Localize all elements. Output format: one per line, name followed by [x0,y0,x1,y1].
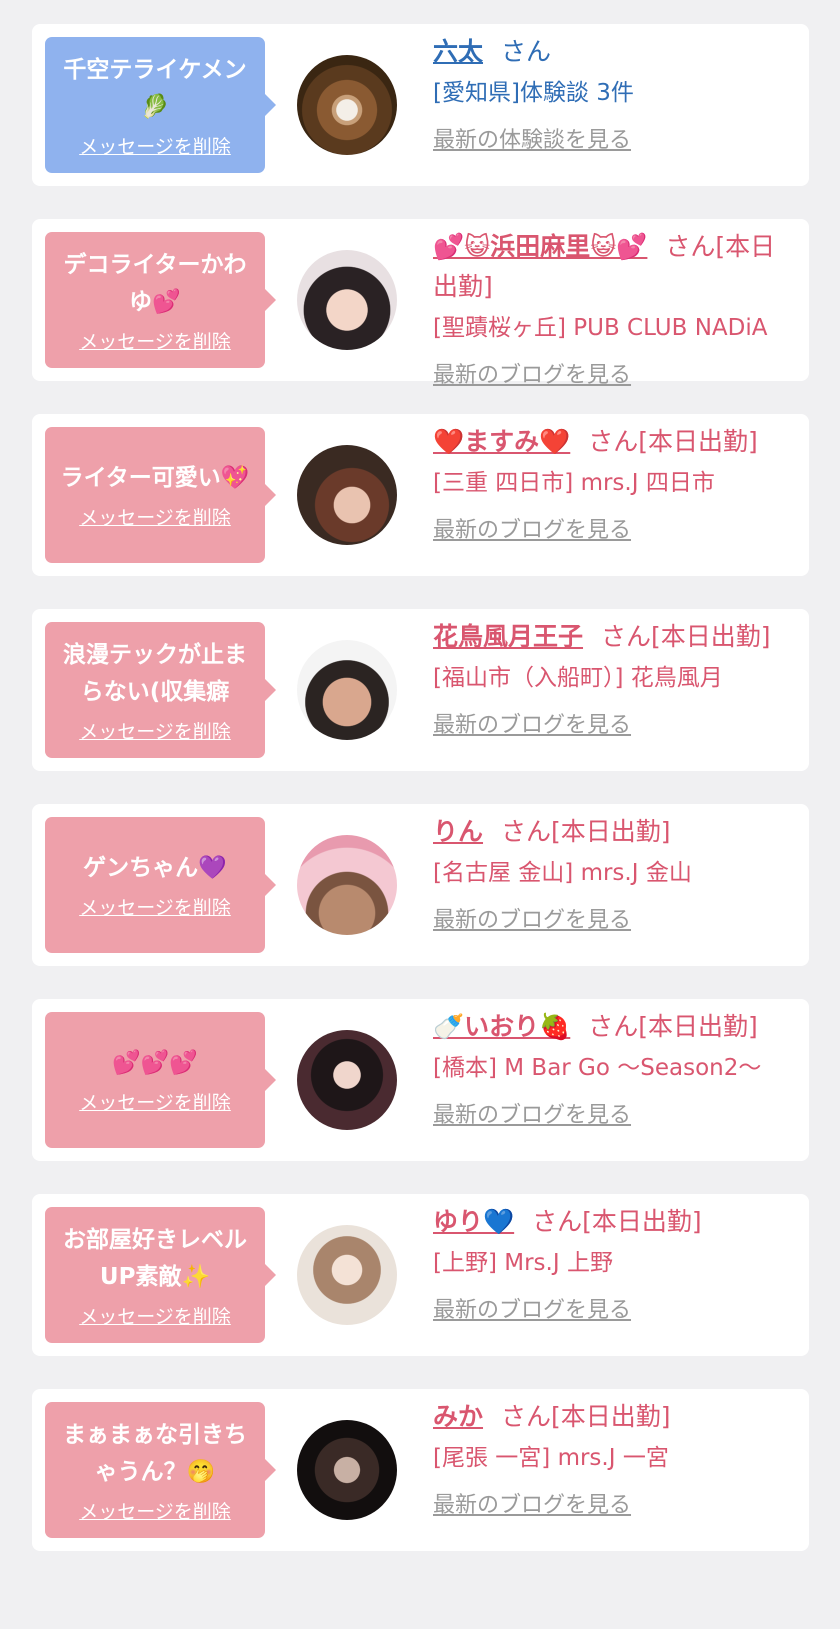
avatar[interactable] [297,1225,397,1325]
user-shop: [三重 四日市] mrs.J 四日市 [433,470,715,496]
delete-message-link[interactable]: メッセージを削除 [79,1088,231,1115]
message-bubble: 浪漫テックが止まらない(収集癖 メッセージを削除 [45,622,276,758]
message-bubble: ライター可愛い💖 メッセージを削除 [45,427,276,563]
delete-message-link[interactable]: メッセージを削除 [79,717,231,744]
delete-message-link[interactable]: メッセージを削除 [79,503,231,530]
avatar[interactable] [297,835,397,935]
message-text: 千空テライケメン 🥬 [63,56,247,120]
message-text: 💕💕💕 [112,1050,198,1076]
message-card: まぁまぁな引きちゃうん？🤭 メッセージを削除 みか さん[本日出勤] [尾張 一宮… [32,1389,809,1551]
avatar[interactable] [297,445,397,545]
user-shop: [名古屋 金山] mrs.J 金山 [433,860,692,886]
user-name-link[interactable]: みか [433,1402,483,1431]
user-name-link[interactable]: ❤️ますみ❤️ [433,427,570,456]
user-suffix: さん[本日出勤] [501,817,671,846]
user-info: 花鳥風月王子 さん[本日出勤] [福山市（入船町）] 花鳥風月 最新のブログを見る [433,617,789,739]
user-suffix: さん[本日出勤] [532,1207,702,1236]
delete-message-link[interactable]: メッセージを削除 [79,1302,231,1329]
see-latest-link[interactable]: 最新のブログを見る [433,1292,631,1324]
avatar[interactable] [297,1030,397,1130]
avatar[interactable] [297,640,397,740]
see-latest-link[interactable]: 最新のブログを見る [433,902,631,934]
user-info: 💕😺浜田麻里😺💕 さん[本日出勤] [聖蹟桜ヶ丘] PUB CLUB NADiA … [433,227,789,389]
user-info: ❤️ますみ❤️ さん[本日出勤] [三重 四日市] mrs.J 四日市 最新のブロ… [433,422,789,544]
see-latest-link[interactable]: 最新の体験談を見る [433,122,631,154]
message-text: 浪漫テックが止まらない(収集癖 [63,641,247,705]
delete-message-link[interactable]: メッセージを削除 [79,1497,231,1524]
message-card: デコライターかわゆ💕 メッセージを削除 💕😺浜田麻里😺💕 さん[本日出勤] [聖蹟… [32,219,809,388]
user-shop: [尾張 一宮] mrs.J 一宮 [433,1445,669,1471]
user-shop: [福山市（入船町）] 花鳥風月 [433,665,723,691]
user-name-link[interactable]: 六太 [433,37,483,66]
message-card: 浪漫テックが止まらない(収集癖 メッセージを削除 花鳥風月王子 さん[本日出勤] … [32,609,809,771]
see-latest-link[interactable]: 最新のブログを見る [433,512,631,544]
delete-message-link[interactable]: メッセージを削除 [79,132,231,159]
see-latest-link[interactable]: 最新のブログを見る [433,357,631,389]
user-name-link[interactable]: ゆり💙 [433,1207,514,1236]
message-bubble: ゲンちゃん💜 メッセージを削除 [45,817,276,953]
message-card: ゲンちゃん💜 メッセージを削除 りん さん[本日出勤] [名古屋 金山] mrs.… [32,804,809,966]
message-card: 千空テライケメン 🥬 メッセージを削除 六太 さん [愛知県]体験談 3件 最新の… [32,24,809,186]
message-bubble: お部屋好きレベルUP素敵✨ メッセージを削除 [45,1207,276,1343]
delete-message-link[interactable]: メッセージを削除 [79,327,231,354]
message-card: 💕💕💕 メッセージを削除 🍼いおり🍓 さん[本日出勤] [橋本] M Bar Go… [32,999,809,1161]
message-text: ゲンちゃん💜 [83,855,227,881]
see-latest-link[interactable]: 最新のブログを見る [433,1097,631,1129]
avatar[interactable] [297,55,397,155]
message-bubble: デコライターかわゆ💕 メッセージを削除 [45,232,276,368]
user-suffix: さん[本日出勤] [601,622,771,651]
user-name-link[interactable]: 花鳥風月王子 [433,622,583,651]
message-text: デコライターかわゆ💕 [63,251,247,315]
message-card: お部屋好きレベルUP素敵✨ メッセージを削除 ゆり💙 さん[本日出勤] [上野] … [32,1194,809,1356]
user-shop: [橋本] M Bar Go 〜Season2〜 [433,1055,762,1081]
user-name-link[interactable]: りん [433,817,483,846]
user-shop: [聖蹟桜ヶ丘] PUB CLUB NADiA [433,315,768,341]
see-latest-link[interactable]: 最新のブログを見る [433,1487,631,1519]
user-location: [愛知県]体験談 3件 [433,80,634,106]
message-bubble: まぁまぁな引きちゃうん？🤭 メッセージを削除 [45,1402,276,1538]
user-info: ゆり💙 さん[本日出勤] [上野] Mrs.J 上野 最新のブログを見る [433,1202,789,1324]
user-suffix: さん[本日出勤] [588,427,758,456]
message-text: まぁまぁな引きちゃうん？🤭 [63,1421,247,1485]
avatar[interactable] [297,1420,397,1520]
user-suffix: さん[本日出勤] [588,1012,758,1041]
user-shop: [上野] Mrs.J 上野 [433,1250,613,1276]
message-card: ライター可愛い💖 メッセージを削除 ❤️ますみ❤️ さん[本日出勤] [三重 四日… [32,414,809,576]
user-name-link[interactable]: 🍼いおり🍓 [433,1012,570,1041]
message-bubble: 💕💕💕 メッセージを削除 [45,1012,276,1148]
delete-message-link[interactable]: メッセージを削除 [79,893,231,920]
user-name-link[interactable]: 💕😺浜田麻里😺💕 [433,232,647,261]
user-suffix: さん[本日出勤] [501,1402,671,1431]
user-info: みか さん[本日出勤] [尾張 一宮] mrs.J 一宮 最新のブログを見る [433,1397,789,1519]
user-info: りん さん[本日出勤] [名古屋 金山] mrs.J 金山 最新のブログを見る [433,812,789,934]
see-latest-link[interactable]: 最新のブログを見る [433,707,631,739]
message-list: 千空テライケメン 🥬 メッセージを削除 六太 さん [愛知県]体験談 3件 最新の… [0,0,840,1551]
user-suffix: さん [501,37,552,66]
message-text: お部屋好きレベルUP素敵✨ [63,1226,247,1290]
message-text: ライター可愛い💖 [60,465,250,491]
avatar[interactable] [297,250,397,350]
user-info: 六太 さん [愛知県]体験談 3件 最新の体験談を見る [433,32,789,154]
message-bubble: 千空テライケメン 🥬 メッセージを削除 [45,37,276,173]
user-info: 🍼いおり🍓 さん[本日出勤] [橋本] M Bar Go 〜Season2〜 最新… [433,1007,789,1129]
